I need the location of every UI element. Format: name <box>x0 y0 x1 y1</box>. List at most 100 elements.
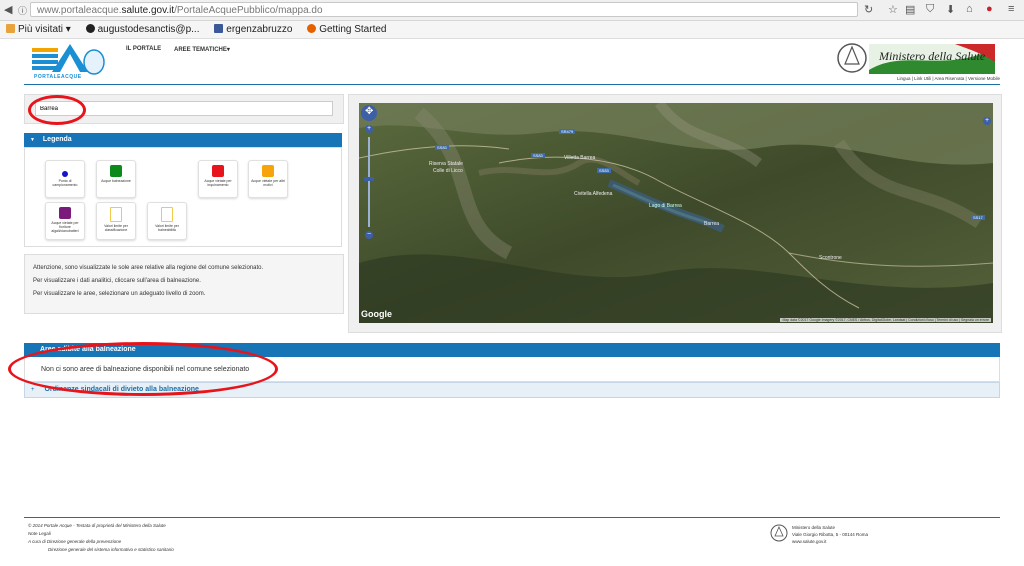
zoom-out-icon[interactable]: − <box>365 231 373 239</box>
legend-label: Acque vietate per fioriture algali/ciano… <box>51 221 79 233</box>
orange-square-icon <box>262 165 274 177</box>
purple-square-icon <box>59 207 71 219</box>
pocket-icon[interactable]: ⛉ <box>926 3 934 16</box>
bookmark-label: ergenzabruzzo <box>226 24 293 35</box>
zoom-in-icon[interactable]: + <box>365 125 373 133</box>
legend-item-bathing-water: Acque balneazione <box>96 160 136 198</box>
legend-item-bathing-limits[interactable]: Valori limite per balneabilità <box>147 202 187 240</box>
home-icon[interactable]: ⌂ <box>966 3 973 15</box>
back-icon[interactable]: ◀ <box>4 3 12 16</box>
red-square-icon <box>212 165 224 177</box>
bookmark-getting-started[interactable]: Getting Started <box>307 21 386 38</box>
green-square-icon <box>110 165 122 177</box>
bookmark-label: Getting Started <box>319 24 387 35</box>
info-line-1: Attenzione, sono visualizzate le sole ar… <box>33 265 264 271</box>
zoom-slider-handle[interactable] <box>364 177 374 181</box>
document-icon <box>110 207 122 222</box>
mail-icon <box>85 24 95 33</box>
folder-icon <box>6 24 15 33</box>
map-label-civitella: Civitella Alfedena <box>574 191 613 197</box>
url-path: /PortaleAcquePubblico/mappa.do <box>174 5 323 16</box>
google-logo: Google <box>361 309 392 319</box>
info-icon[interactable]: ⓘ <box>18 4 27 17</box>
map-label-scontrone: Scontrone <box>819 255 842 261</box>
satellite-map[interactable]: Riserva Statale Colle di Licco Villetta … <box>359 103 993 323</box>
footer-website[interactable]: www.salute.gov.it <box>792 538 868 545</box>
footer-direzione-sistema[interactable]: Direzione generale del sistema informati… <box>48 546 174 554</box>
footer-ministry-name: Ministero della Salute <box>792 525 836 530</box>
top-links[interactable]: Lingua | Link Utili | Area Riservata | V… <box>897 76 1000 81</box>
legend-item-other-reasons: Acque vietate per altri motivi <box>248 160 288 198</box>
footer-divider <box>24 517 1000 518</box>
ministry-emblem-small-icon <box>770 524 788 542</box>
bookmark-facebook[interactable]: ergenzabruzzo <box>214 21 292 38</box>
facebook-icon <box>214 24 224 33</box>
legend-item-algal-bloom: Acque vietate per fioriture algali/ciano… <box>45 202 85 240</box>
map-label-colle-licco: Colle di Licco <box>433 168 463 174</box>
url-field[interactable]: www.portaleacque.salute.gov.it/PortaleAc… <box>30 2 858 17</box>
url-domain: salute.gov.it <box>121 5 175 16</box>
map-attribution[interactable]: Map data ©2017 Google Imagery ©2017, CNE… <box>780 318 991 322</box>
ministry-name: Ministero della Salute <box>879 49 986 63</box>
footer-direzione-prevenzione[interactable]: A cura di Direzione generale della preve… <box>28 538 174 546</box>
road-shield: SR479 <box>559 129 576 134</box>
footer-left: © 2014 Portale Acque - Testata di propri… <box>28 522 174 554</box>
download-icon[interactable]: ⬇ <box>946 3 955 16</box>
layer-toggle-icon[interactable]: + <box>983 117 991 125</box>
legend-item-pollution: Acque vietate per inquinamento <box>198 160 238 198</box>
legend-title: Legenda <box>42 136 72 143</box>
dot-icon <box>62 171 68 177</box>
legend-item-classification-limits[interactable]: Valori limite per classificazione <box>96 202 136 240</box>
menu-aree-tematiche[interactable]: AREE TEMATICHE▾ <box>174 46 230 53</box>
menu-il-portale[interactable]: IL PORTALE <box>126 46 161 52</box>
bookmark-label: Più visitati ▾ <box>18 24 71 35</box>
legend-label: Acque vietate per altri motivi <box>251 179 285 187</box>
legend-label: Acque vietate per inquinamento <box>204 179 232 187</box>
legend-body: Punto di campionamento Acque balneazione… <box>24 147 342 247</box>
map-label-barrea: Barrea <box>704 221 720 227</box>
pan-control[interactable]: ✥ <box>361 105 377 121</box>
site-header: PORTALEACQUE IL PORTALE AREE TEMATICHE▾ … <box>24 40 1000 84</box>
road-shield: SS83 <box>435 145 449 150</box>
clipboard-icon[interactable]: ▤ <box>905 3 915 16</box>
road-shield: SS83 <box>531 153 545 158</box>
bookmark-star-icon[interactable]: ☆ <box>888 3 898 16</box>
zoom-slider[interactable] <box>368 137 370 227</box>
info-box: Attenzione, sono visualizzate le sole ar… <box>24 254 344 314</box>
header-divider <box>24 84 1000 85</box>
footer-copyright: © 2014 Portale Acque - Testata di propri… <box>28 523 166 528</box>
footer-address: Ministero della Salute Viale Giorgio Rib… <box>792 524 868 545</box>
map-label-riserva: Riserva Statale <box>429 161 463 167</box>
annotation-ring-search <box>28 95 86 125</box>
url-prefix: www.portaleacque. <box>37 5 122 16</box>
menu-icon[interactable]: ≡ <box>1008 3 1014 15</box>
bookmark-email[interactable]: augustodesanctis@p... <box>85 21 199 38</box>
legend-header[interactable]: ▼ Legenda <box>24 133 342 147</box>
footer-address-line: Viale Giorgio Ribotta, 5 - 00144 Roma <box>792 532 868 537</box>
caret-down-icon: ▼ <box>30 137 35 143</box>
ministero-logo[interactable]: Ministero della Salute <box>835 40 995 76</box>
pinterest-icon[interactable]: ● <box>986 3 993 15</box>
info-line-2: Per visualizzare i dati analitici, clicc… <box>33 278 201 284</box>
portale-acque-logo[interactable]: PORTALEACQUE <box>30 42 106 82</box>
road-shield: SS17 <box>971 215 985 220</box>
footer-note-legali[interactable]: Note Legali <box>28 530 174 538</box>
expand-plus-icon: + <box>31 387 35 393</box>
reload-icon[interactable]: ↻ <box>864 3 873 16</box>
legend-item-sampling-point: Punto di campionamento <box>45 160 85 198</box>
legend-label: Acque balneazione <box>101 179 131 183</box>
document-icon <box>161 207 173 222</box>
bookmarks-bar: Più visitati ▾ augustodesanctis@p... erg… <box>0 21 1024 39</box>
logo-text: PORTALEACQUE <box>34 74 82 80</box>
firefox-icon <box>307 24 317 33</box>
legend-label: Punto di campionamento <box>52 179 78 187</box>
map-panel: Riserva Statale Colle di Licco Villetta … <box>348 94 1002 333</box>
browser-toolbar: ◀ ⓘ www.portaleacque.salute.gov.it/Porta… <box>0 0 1024 21</box>
bookmark-most-visited[interactable]: Più visitati ▾ <box>6 21 71 38</box>
map-label-villetta-barrea: Villetta Barrea <box>564 155 596 161</box>
pan-arrows-icon: ✥ <box>365 106 374 117</box>
legend-label: Valori limite per balneabilità <box>155 224 179 232</box>
map-label-lago-barrea: Lago di Barrea <box>649 203 682 209</box>
legend-label: Valori limite per classificazione <box>104 224 128 232</box>
road-shield: SS83 <box>597 168 611 173</box>
